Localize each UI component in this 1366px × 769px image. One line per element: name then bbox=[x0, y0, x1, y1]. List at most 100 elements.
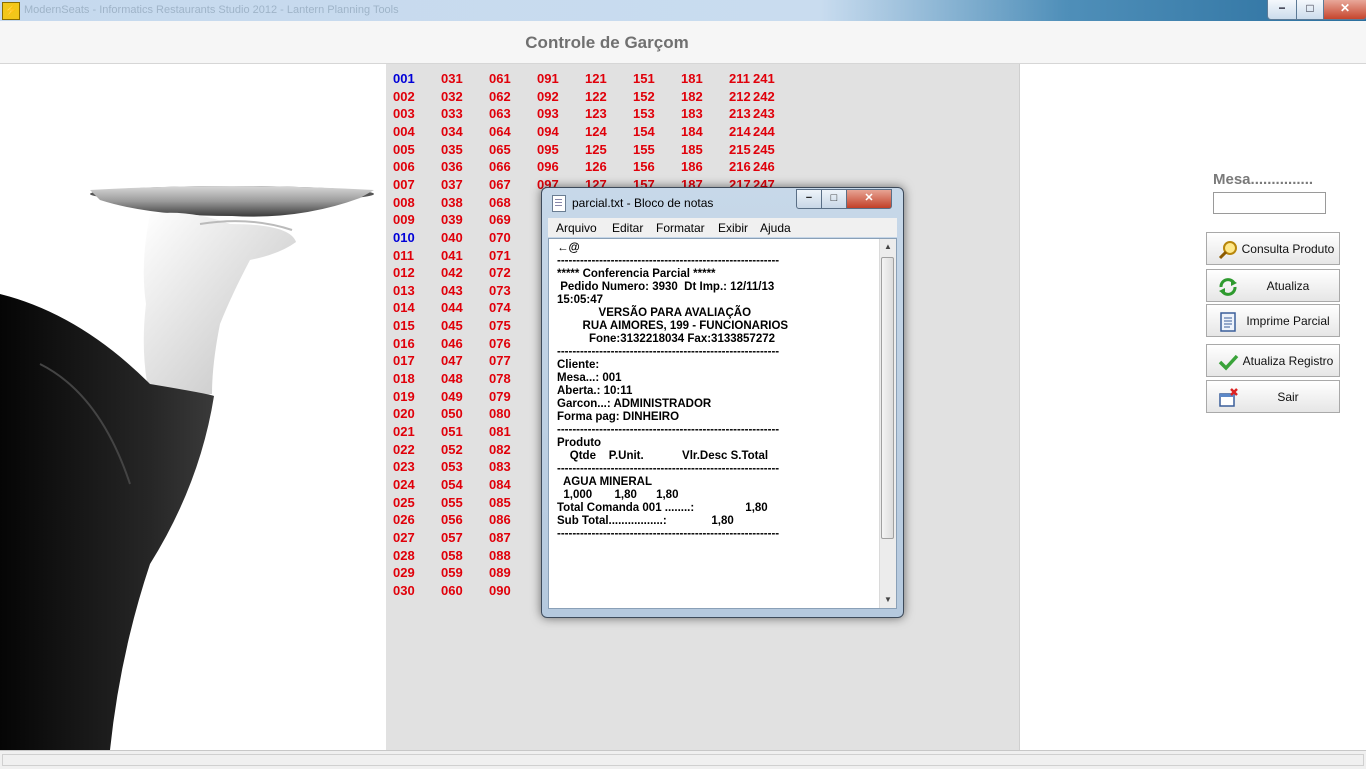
table-030[interactable]: 030 bbox=[393, 582, 423, 599]
scroll-up-icon[interactable]: ▲ bbox=[880, 239, 896, 255]
table-244[interactable]: 244 bbox=[753, 123, 783, 140]
table-061[interactable]: 061 bbox=[489, 70, 519, 87]
table-072[interactable]: 072 bbox=[489, 264, 519, 281]
table-041[interactable]: 041 bbox=[441, 247, 471, 264]
table-081[interactable]: 081 bbox=[489, 423, 519, 440]
table-067[interactable]: 067 bbox=[489, 176, 519, 193]
table-014[interactable]: 014 bbox=[393, 299, 423, 316]
table-084[interactable]: 084 bbox=[489, 476, 519, 493]
table-063[interactable]: 063 bbox=[489, 105, 519, 122]
scroll-thumb[interactable] bbox=[881, 257, 894, 539]
table-001[interactable]: 001 bbox=[393, 70, 423, 87]
table-033[interactable]: 033 bbox=[441, 105, 471, 122]
table-064[interactable]: 064 bbox=[489, 123, 519, 140]
table-076[interactable]: 076 bbox=[489, 335, 519, 352]
menu-formatar[interactable]: Formatar bbox=[656, 221, 705, 235]
table-083[interactable]: 083 bbox=[489, 458, 519, 475]
table-032[interactable]: 032 bbox=[441, 88, 471, 105]
table-185[interactable]: 185 bbox=[681, 141, 711, 158]
table-074[interactable]: 074 bbox=[489, 299, 519, 316]
notepad-text-area[interactable]: ←@ -------------------------------------… bbox=[548, 238, 897, 609]
table-060[interactable]: 060 bbox=[441, 582, 471, 599]
table-016[interactable]: 016 bbox=[393, 335, 423, 352]
table-121[interactable]: 121 bbox=[585, 70, 615, 87]
table-052[interactable]: 052 bbox=[441, 441, 471, 458]
table-058[interactable]: 058 bbox=[441, 547, 471, 564]
table-082[interactable]: 082 bbox=[489, 441, 519, 458]
table-053[interactable]: 053 bbox=[441, 458, 471, 475]
table-241[interactable]: 241 bbox=[753, 70, 783, 87]
table-075[interactable]: 075 bbox=[489, 317, 519, 334]
table-031[interactable]: 031 bbox=[441, 70, 471, 87]
table-151[interactable]: 151 bbox=[633, 70, 663, 87]
notepad-maximize-button[interactable]: □ bbox=[821, 189, 847, 209]
table-011[interactable]: 011 bbox=[393, 247, 423, 264]
table-049[interactable]: 049 bbox=[441, 388, 471, 405]
table-046[interactable]: 046 bbox=[441, 335, 471, 352]
table-028[interactable]: 028 bbox=[393, 547, 423, 564]
table-034[interactable]: 034 bbox=[441, 123, 471, 140]
table-057[interactable]: 057 bbox=[441, 529, 471, 546]
table-005[interactable]: 005 bbox=[393, 141, 423, 158]
table-122[interactable]: 122 bbox=[585, 88, 615, 105]
table-019[interactable]: 019 bbox=[393, 388, 423, 405]
table-092[interactable]: 092 bbox=[537, 88, 567, 105]
table-095[interactable]: 095 bbox=[537, 141, 567, 158]
table-078[interactable]: 078 bbox=[489, 370, 519, 387]
table-125[interactable]: 125 bbox=[585, 141, 615, 158]
sair-button[interactable]: Sair bbox=[1206, 380, 1340, 413]
table-051[interactable]: 051 bbox=[441, 423, 471, 440]
table-155[interactable]: 155 bbox=[633, 141, 663, 158]
table-096[interactable]: 096 bbox=[537, 158, 567, 175]
notepad-close-button[interactable]: ✕ bbox=[846, 189, 892, 209]
table-026[interactable]: 026 bbox=[393, 511, 423, 528]
table-043[interactable]: 043 bbox=[441, 282, 471, 299]
table-183[interactable]: 183 bbox=[681, 105, 711, 122]
table-071[interactable]: 071 bbox=[489, 247, 519, 264]
table-045[interactable]: 045 bbox=[441, 317, 471, 334]
table-020[interactable]: 020 bbox=[393, 405, 423, 422]
table-002[interactable]: 002 bbox=[393, 88, 423, 105]
table-059[interactable]: 059 bbox=[441, 564, 471, 581]
table-037[interactable]: 037 bbox=[441, 176, 471, 193]
table-245[interactable]: 245 bbox=[753, 141, 783, 158]
table-042[interactable]: 042 bbox=[441, 264, 471, 281]
table-048[interactable]: 048 bbox=[441, 370, 471, 387]
table-085[interactable]: 085 bbox=[489, 494, 519, 511]
table-007[interactable]: 007 bbox=[393, 176, 423, 193]
atualiza-registro-button[interactable]: Atualiza Registro bbox=[1206, 344, 1340, 377]
table-050[interactable]: 050 bbox=[441, 405, 471, 422]
table-040[interactable]: 040 bbox=[441, 229, 471, 246]
table-056[interactable]: 056 bbox=[441, 511, 471, 528]
table-123[interactable]: 123 bbox=[585, 105, 615, 122]
table-010[interactable]: 010 bbox=[393, 229, 423, 246]
minimize-button[interactable]: − bbox=[1267, 0, 1297, 20]
table-018[interactable]: 018 bbox=[393, 370, 423, 387]
notepad-window[interactable]: parcial.txt - Bloco de notas − □ ✕ Arqui… bbox=[541, 187, 904, 618]
atualiza-button[interactable]: Atualiza bbox=[1206, 269, 1340, 302]
table-246[interactable]: 246 bbox=[753, 158, 783, 175]
table-154[interactable]: 154 bbox=[633, 123, 663, 140]
table-004[interactable]: 004 bbox=[393, 123, 423, 140]
menu-editar[interactable]: Editar bbox=[612, 221, 643, 235]
table-054[interactable]: 054 bbox=[441, 476, 471, 493]
table-039[interactable]: 039 bbox=[441, 211, 471, 228]
mesa-input[interactable] bbox=[1213, 192, 1326, 214]
table-124[interactable]: 124 bbox=[585, 123, 615, 140]
table-027[interactable]: 027 bbox=[393, 529, 423, 546]
table-044[interactable]: 044 bbox=[441, 299, 471, 316]
table-021[interactable]: 021 bbox=[393, 423, 423, 440]
notepad-scrollbar[interactable]: ▲ ▼ bbox=[879, 239, 896, 608]
table-181[interactable]: 181 bbox=[681, 70, 711, 87]
table-029[interactable]: 029 bbox=[393, 564, 423, 581]
table-003[interactable]: 003 bbox=[393, 105, 423, 122]
table-013[interactable]: 013 bbox=[393, 282, 423, 299]
table-055[interactable]: 055 bbox=[441, 494, 471, 511]
table-093[interactable]: 093 bbox=[537, 105, 567, 122]
table-090[interactable]: 090 bbox=[489, 582, 519, 599]
imprime-parcial-button[interactable]: Imprime Parcial bbox=[1206, 304, 1340, 337]
table-126[interactable]: 126 bbox=[585, 158, 615, 175]
table-079[interactable]: 079 bbox=[489, 388, 519, 405]
table-094[interactable]: 094 bbox=[537, 123, 567, 140]
table-182[interactable]: 182 bbox=[681, 88, 711, 105]
